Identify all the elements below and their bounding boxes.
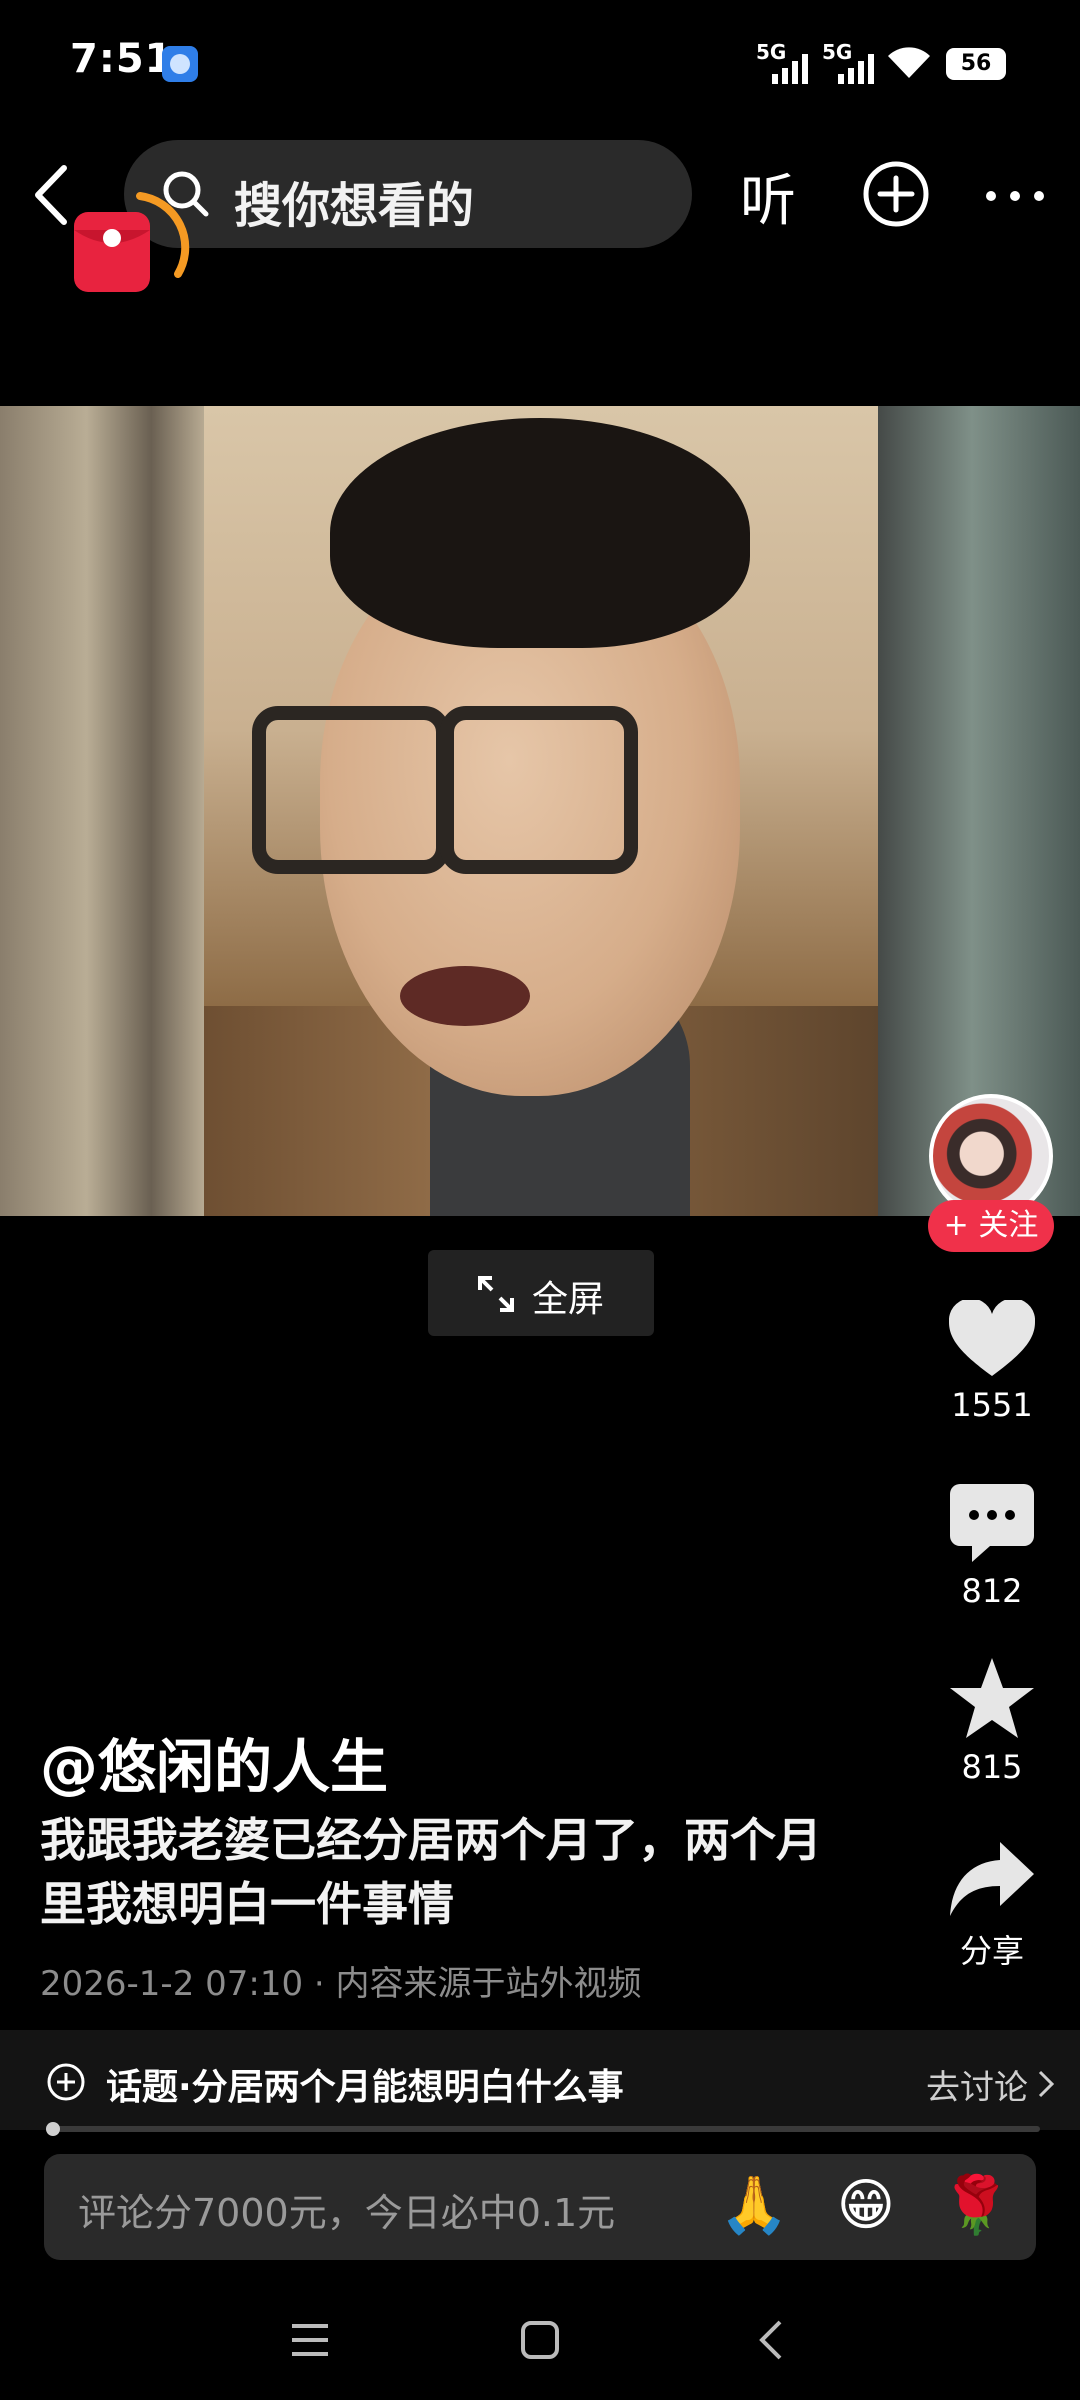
search-input[interactable]: 搜你想看的 <box>234 166 474 236</box>
share-icon <box>950 1842 1034 1916</box>
search-bar[interactable]: 搜你想看的 <box>124 140 692 248</box>
follow-button[interactable]: + 关注 <box>928 1200 1054 1252</box>
expand-icon <box>478 1276 514 1312</box>
chevron-right-icon <box>1038 2070 1055 2098</box>
like-button[interactable]: 1551 <box>930 1300 1054 1424</box>
fullscreen-label: 全屏 <box>532 1279 605 1320</box>
comment-button[interactable]: 812 <box>930 1484 1054 1610</box>
author-name[interactable]: @悠闲的人生 <box>40 1720 388 1804</box>
glasses-left <box>252 706 450 874</box>
add-icon[interactable] <box>862 160 930 228</box>
emoji-pray-button[interactable]: 🙏 <box>718 2170 790 2242</box>
video-description: 我跟我老婆已经分居两个月了，两个月里我想明白一件事情 <box>40 1813 822 1932</box>
favorite-button[interactable]: 815 <box>930 1656 1054 1786</box>
favorite-count: 815 <box>961 1748 1023 1786</box>
comment-input[interactable]: 评论分7000元，今日必中0.1元 <box>78 2182 615 2237</box>
fullscreen-button[interactable]: 全屏 <box>428 1250 654 1336</box>
wifi-icon <box>888 47 930 78</box>
signal-icon-sim1: 5G <box>756 40 826 84</box>
topic-label: 话题·分居两个月能想明白什么事 <box>106 2067 624 2108</box>
more-options-icon[interactable] <box>985 190 1045 202</box>
post-meta: 2026-1-2 07:10 · 内容来源于站外视频 <box>40 1964 642 2004</box>
topic-add-icon <box>47 2063 85 2101</box>
signal-icon-sim2: 5G <box>822 40 892 84</box>
back-icon[interactable] <box>26 160 76 230</box>
share-label: 分享 <box>959 1932 1024 1970</box>
comment-bar[interactable]: 评论分7000元，今日必中0.1元 🙏 😁 🌹 <box>44 2154 1036 2260</box>
share-button[interactable]: 分享 <box>930 1838 1054 1972</box>
video-progress-bar[interactable] <box>46 2122 1040 2136</box>
listen-button[interactable]: 听 <box>740 156 796 237</box>
discuss-link[interactable]: 去讨论 <box>926 2060 1028 2109</box>
star-icon <box>950 1658 1034 1738</box>
emoji-rose-button[interactable]: 🌹 <box>940 2170 1012 2242</box>
system-nav-bar <box>0 2290 1080 2400</box>
status-time: 7:51 <box>70 36 174 82</box>
status-bar: 7:51 5G 5G 56 <box>0 0 1080 120</box>
menu-icon[interactable] <box>290 2320 330 2360</box>
home-icon[interactable] <box>520 2320 560 2360</box>
heart-icon <box>949 1300 1035 1376</box>
nav-back-icon[interactable] <box>752 2320 792 2360</box>
video-player[interactable] <box>0 406 1080 1216</box>
emoji-grin-button[interactable]: 😁 <box>830 2170 902 2242</box>
glasses-right <box>440 706 638 874</box>
notification-app-icon <box>162 46 198 82</box>
like-count: 1551 <box>951 1386 1033 1424</box>
red-packet-icon[interactable] <box>70 190 190 310</box>
topic-bar[interactable]: 话题·分居两个月能想明白什么事 去讨论 <box>0 2030 1080 2130</box>
comment-count: 812 <box>961 1572 1023 1610</box>
comment-icon <box>950 1484 1034 1562</box>
battery-indicator: 56 <box>946 48 1006 80</box>
progress-knob[interactable] <box>46 2122 60 2136</box>
